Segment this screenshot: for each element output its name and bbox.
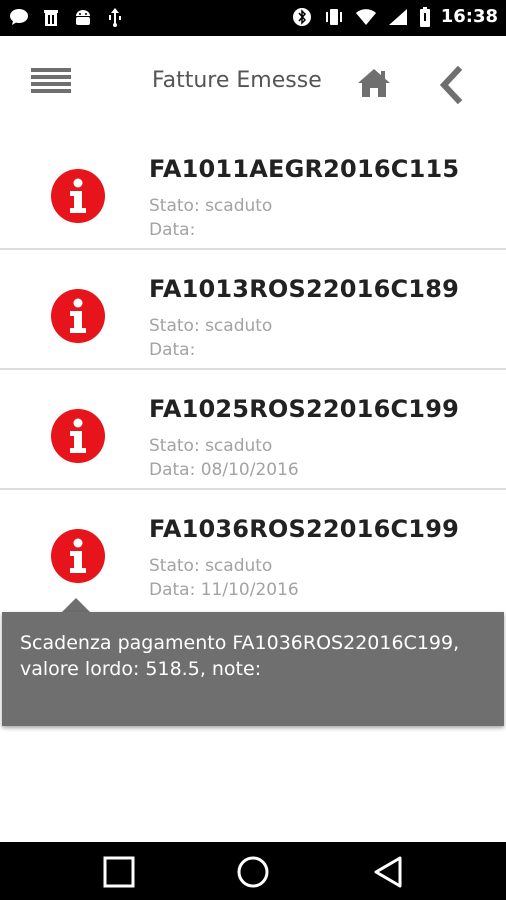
hamburger-menu-icon[interactable] bbox=[31, 68, 71, 98]
status-bar: 16:38 bbox=[0, 0, 506, 36]
wifi-icon bbox=[355, 6, 377, 28]
usb-icon bbox=[104, 6, 126, 28]
chevron-left-icon[interactable] bbox=[436, 65, 466, 105]
invoice-status: Stato: scaduto bbox=[149, 196, 273, 216]
invoice-status: Stato: scaduto bbox=[149, 556, 273, 576]
status-time: 16:38 bbox=[440, 6, 498, 27]
invoice-date: Data: bbox=[149, 220, 196, 240]
invoice-list: FA1011AEGR2016C115 Stato: scaduto Data: … bbox=[0, 130, 506, 610]
invoice-date: Data: 08/10/2016 bbox=[149, 460, 299, 480]
invoice-list-item[interactable]: FA1036ROS22016C199 Stato: scaduto Data: … bbox=[0, 490, 506, 610]
app-bar: Fatture Emesse bbox=[0, 36, 506, 130]
invoice-status: Stato: scaduto bbox=[149, 316, 273, 336]
page-title: Fatture Emesse bbox=[152, 68, 322, 93]
info-icon bbox=[51, 289, 105, 343]
home-icon[interactable] bbox=[356, 66, 392, 100]
tooltip-text: Scadenza pagamento FA1036ROS22016C199, v… bbox=[20, 632, 460, 680]
chat-bubble-icon bbox=[8, 6, 30, 28]
vibrate-icon bbox=[323, 6, 345, 28]
invoice-date: Data: 11/10/2016 bbox=[149, 580, 299, 600]
recents-square-icon[interactable] bbox=[101, 854, 137, 890]
invoice-code: FA1011AEGR2016C115 bbox=[149, 155, 460, 183]
invoice-code: FA1013ROS22016C189 bbox=[149, 275, 459, 303]
tooltip-arrow bbox=[62, 598, 90, 612]
home-circle-icon[interactable] bbox=[235, 854, 271, 890]
info-icon bbox=[51, 529, 105, 583]
battery-icon bbox=[419, 6, 431, 28]
info-icon bbox=[51, 409, 105, 463]
info-icon bbox=[51, 169, 105, 223]
back-triangle-icon[interactable] bbox=[370, 854, 406, 890]
android-icon bbox=[72, 6, 94, 28]
system-nav-bar bbox=[0, 842, 506, 900]
invoice-code: FA1036ROS22016C199 bbox=[149, 515, 459, 543]
status-right-icons: 16:38 bbox=[291, 6, 498, 28]
trash-icon bbox=[40, 6, 62, 28]
invoice-list-item[interactable]: FA1011AEGR2016C115 Stato: scaduto Data: bbox=[0, 130, 506, 250]
invoice-list-item[interactable]: FA1013ROS22016C189 Stato: scaduto Data: bbox=[0, 250, 506, 370]
invoice-status: Stato: scaduto bbox=[149, 436, 273, 456]
invoice-date: Data: bbox=[149, 340, 196, 360]
signal-icon bbox=[387, 6, 409, 28]
payment-tooltip: Scadenza pagamento FA1036ROS22016C199, v… bbox=[2, 612, 504, 726]
status-left-icons bbox=[8, 6, 126, 28]
invoice-list-item[interactable]: FA1025ROS22016C199 Stato: scaduto Data: … bbox=[0, 370, 506, 490]
invoice-code: FA1025ROS22016C199 bbox=[149, 395, 459, 423]
bluetooth-icon bbox=[291, 6, 313, 28]
